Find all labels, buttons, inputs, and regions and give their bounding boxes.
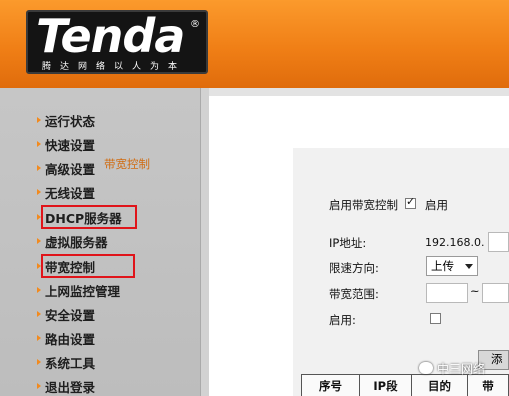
watermark: 中三网络 xyxy=(419,360,485,376)
sidebar-item-logout[interactable]: 退出登录 xyxy=(37,375,95,396)
bullet-icon xyxy=(37,165,41,171)
sidebar-item-quick-setup[interactable]: 快速设置 xyxy=(37,133,95,155)
column-header-index: 序号 xyxy=(301,375,359,396)
enable-rule-label: 启用: xyxy=(329,313,356,327)
bullet-icon xyxy=(37,359,41,365)
bandwidth-highlight-box xyxy=(41,254,135,278)
chevron-down-icon xyxy=(465,264,473,269)
wechat-icon xyxy=(419,362,433,374)
sidebar-item-tools[interactable]: 系统工具 xyxy=(37,351,95,373)
sidebar-item-security[interactable]: 安全设置 xyxy=(37,303,95,325)
bullet-icon xyxy=(37,311,41,317)
column-header-ip-range: IP段 xyxy=(359,375,411,396)
bandwidth-range-label: 带宽范围: xyxy=(329,287,379,301)
ip-address-prefix: 192.168.0. xyxy=(425,236,485,249)
dhcp-highlight-box xyxy=(41,205,137,229)
sidebar-divider xyxy=(200,88,209,396)
bullet-icon xyxy=(37,189,41,195)
enable-bandwidth-checkbox[interactable] xyxy=(405,195,416,209)
main-top-bar xyxy=(209,88,509,96)
bullet-icon xyxy=(37,335,41,341)
rules-table-header: 序号 IP段 目的 带 xyxy=(301,374,509,396)
bullet-icon xyxy=(37,287,41,293)
logo-slogan: 腾达网络以人为本 xyxy=(42,62,187,72)
bullet-icon xyxy=(37,117,41,123)
bandwidth-max-input[interactable] xyxy=(482,283,509,303)
direction-select[interactable]: 上传 xyxy=(426,256,478,276)
tenda-logo: Tenda ® 腾达网络以人为本 xyxy=(26,9,208,74)
bandwidth-min-input[interactable] xyxy=(426,283,468,303)
sidebar-item-virtual-server[interactable]: 虚拟服务器 xyxy=(37,230,108,252)
sidebar-item-status[interactable]: 运行状态 xyxy=(37,109,95,131)
sidebar-item-routing[interactable]: 路由设置 xyxy=(37,327,95,349)
enable-bandwidth-label: 启用带宽控制 xyxy=(329,198,398,212)
direction-label: 限速方向: xyxy=(329,261,379,275)
registered-mark: ® xyxy=(190,19,200,30)
range-separator: ~ xyxy=(470,284,480,298)
header-bar: Tenda ® 腾达网络以人为本 xyxy=(0,0,509,88)
ip-address-label: IP地址: xyxy=(329,236,367,250)
sidebar-item-wireless[interactable]: 无线设置 xyxy=(37,181,95,203)
column-header-bandwidth: 带 xyxy=(467,375,509,396)
enable-rule-checkbox[interactable] xyxy=(430,313,441,324)
bullet-icon xyxy=(37,141,41,147)
logo-text: Tenda xyxy=(36,9,185,63)
ip-last-octet-input[interactable] xyxy=(488,232,509,252)
sidebar-item-advanced[interactable]: 高级设置 xyxy=(37,157,95,179)
section-title: 带宽控制 xyxy=(104,157,150,171)
bullet-icon xyxy=(37,383,41,389)
sidebar-item-monitor[interactable]: 上网监控管理 xyxy=(37,279,120,301)
enable-text: 启用 xyxy=(425,198,448,212)
bullet-icon xyxy=(37,238,41,244)
column-header-destination: 目的 xyxy=(411,375,467,396)
